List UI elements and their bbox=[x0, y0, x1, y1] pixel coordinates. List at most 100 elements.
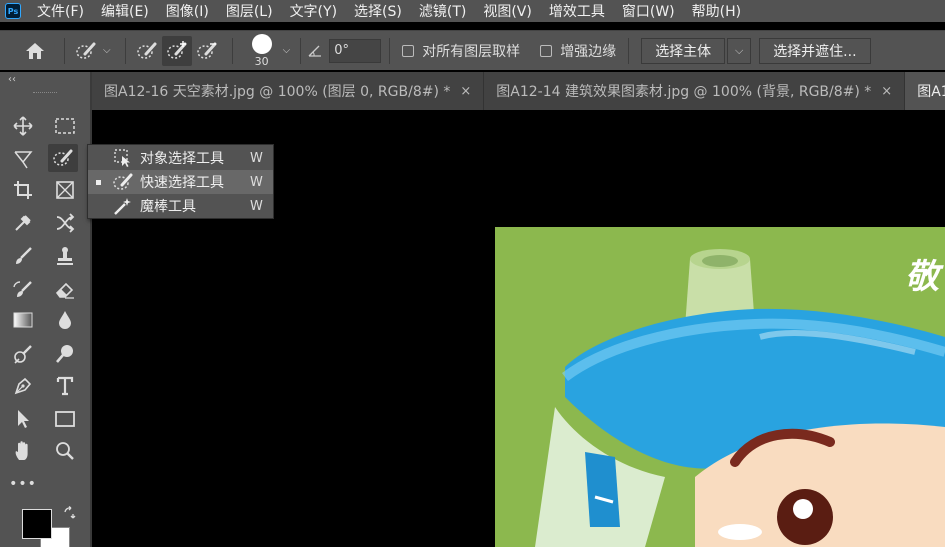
cartoon-character-image bbox=[535, 249, 945, 547]
tab-building-material[interactable]: 图A12-14 建筑效果图素材.jpg @ 100% (背景, RGB/8#) … bbox=[484, 72, 906, 110]
menu-filter[interactable]: 滤镜(T) bbox=[419, 1, 466, 21]
rectangle-tool[interactable] bbox=[50, 405, 80, 433]
content-aware-move-tool[interactable] bbox=[50, 209, 80, 237]
type-tool[interactable] bbox=[50, 372, 80, 400]
edit-toolbar-button[interactable]: ••• bbox=[8, 470, 38, 498]
frame-icon bbox=[56, 181, 74, 199]
close-icon[interactable]: × bbox=[881, 84, 892, 99]
brush-size-label: 30 bbox=[254, 54, 269, 68]
home-icon bbox=[26, 42, 44, 59]
menu-plugins[interactable]: 增效工具 bbox=[549, 1, 605, 21]
chevron-down-icon[interactable]: ⌵ bbox=[103, 45, 111, 56]
hand-icon bbox=[15, 441, 28, 460]
select-and-mask-button[interactable]: 选择并遮住... bbox=[759, 37, 871, 64]
brush-picker[interactable]: 30 bbox=[243, 31, 281, 71]
move-icon bbox=[13, 116, 33, 136]
collapse-panel-icon[interactable]: ‹‹ bbox=[8, 74, 16, 85]
quick-selection-icon bbox=[112, 171, 134, 193]
menu-file[interactable]: 文件(F) bbox=[37, 1, 84, 21]
menu-help[interactable]: 帮助(H) bbox=[692, 1, 741, 21]
brush-tool[interactable] bbox=[8, 242, 38, 270]
flyout-item-label: 快速选择工具 bbox=[140, 175, 224, 191]
chevron-down-icon[interactable]: ⌵ bbox=[283, 45, 291, 56]
dodge-tool[interactable] bbox=[8, 340, 38, 368]
add-to-selection-button[interactable] bbox=[161, 35, 192, 66]
photoshop-logo[interactable]: Ps bbox=[5, 3, 21, 19]
menu-type[interactable]: 文字(Y) bbox=[290, 1, 337, 21]
angle-input[interactable]: 0° bbox=[329, 38, 382, 63]
select-subject-dropdown[interactable]: ⌵ bbox=[727, 37, 752, 64]
foreground-color-swatch[interactable] bbox=[22, 509, 52, 539]
chevron-down-icon: ⌵ bbox=[735, 43, 744, 57]
checkbox-box[interactable] bbox=[402, 44, 415, 57]
tab-label: 图A12- bbox=[917, 84, 945, 100]
blur-tool[interactable] bbox=[50, 306, 80, 334]
pen-tool[interactable] bbox=[8, 372, 38, 400]
tab-label: 图A12-14 建筑效果图素材.jpg @ 100% (背景, RGB/8#) … bbox=[496, 84, 872, 100]
checkbox-box[interactable] bbox=[540, 44, 553, 57]
subtract-from-selection-button[interactable] bbox=[192, 36, 222, 66]
sample-all-layers-checkbox[interactable]: 对所有图层取样 bbox=[402, 41, 520, 61]
path-selection-tool[interactable] bbox=[8, 405, 38, 433]
options-bar: ⌵ 30 ⌵ 0° 对所有图层取样 增强边缘 选择主体 ⌵ 选择并遮住... bbox=[0, 30, 945, 70]
cross-arrows-icon bbox=[56, 213, 75, 233]
history-brush-tool[interactable] bbox=[8, 276, 38, 304]
crop-tool[interactable] bbox=[8, 176, 38, 204]
separator bbox=[231, 37, 233, 64]
flyout-item-object-selection[interactable]: 对象选择工具 W bbox=[88, 146, 273, 170]
lasso-tool[interactable] bbox=[8, 145, 38, 173]
gradient-icon bbox=[13, 312, 33, 328]
shortcut-key: W bbox=[250, 198, 263, 214]
enhance-edge-label: 增强边缘 bbox=[560, 43, 617, 60]
select-subject-button[interactable]: 选择主体 bbox=[641, 37, 726, 64]
drop-icon bbox=[59, 311, 71, 329]
separator bbox=[628, 37, 630, 64]
tool-preset-picker[interactable] bbox=[71, 36, 101, 66]
home-button[interactable] bbox=[12, 34, 58, 68]
rectangular-marquee-tool[interactable] bbox=[50, 112, 80, 140]
hand-tool[interactable] bbox=[8, 437, 38, 465]
dodge-icon bbox=[14, 345, 32, 364]
tab-active-document[interactable]: 图A12- bbox=[905, 72, 945, 110]
type-icon bbox=[56, 376, 74, 396]
frame-tool[interactable] bbox=[50, 176, 80, 204]
sample-all-layers-label: 对所有图层取样 bbox=[422, 43, 521, 60]
move-tool[interactable] bbox=[8, 112, 38, 140]
swap-colors-icon[interactable] bbox=[62, 506, 76, 520]
new-selection-button[interactable] bbox=[132, 36, 162, 66]
menu-select[interactable]: 选择(S) bbox=[354, 1, 402, 21]
flyout-item-magic-wand[interactable]: 魔棒工具 W bbox=[88, 194, 273, 218]
menu-layer[interactable]: 图层(L) bbox=[226, 1, 273, 21]
menu-bar: Ps 文件(F) 编辑(E) 图像(I) 图层(L) 文字(Y) 选择(S) 滤… bbox=[0, 0, 945, 22]
menu-image[interactable]: 图像(I) bbox=[166, 1, 209, 21]
quick-selection-icon bbox=[53, 149, 73, 166]
eraser-icon bbox=[55, 282, 74, 299]
selection-tools-flyout: 对象选择工具 W 快速选择工具 W 魔棒工具 W bbox=[87, 144, 274, 219]
tab-label: 图A12-16 天空素材.jpg @ 100% (图层 0, RGB/8#) * bbox=[104, 84, 451, 100]
angle-icon bbox=[308, 45, 322, 57]
enhance-edge-checkbox[interactable]: 增强边缘 bbox=[540, 41, 616, 61]
stamp-icon bbox=[57, 247, 73, 265]
clone-stamp-tool[interactable] bbox=[50, 242, 80, 270]
menu-edit[interactable]: 编辑(E) bbox=[101, 1, 149, 21]
separator bbox=[124, 37, 126, 64]
document-tabs: 图A12-16 天空素材.jpg @ 100% (图层 0, RGB/8#) *… bbox=[92, 72, 945, 110]
close-icon[interactable]: × bbox=[460, 84, 471, 99]
smudge-tool[interactable] bbox=[50, 340, 80, 368]
document-image[interactable]: 敬 bbox=[495, 227, 945, 547]
zoom-tool[interactable] bbox=[50, 437, 80, 465]
flyout-item-quick-selection[interactable]: 快速选择工具 W bbox=[88, 170, 273, 194]
marquee-icon bbox=[55, 118, 75, 134]
tab-sky-material[interactable]: 图A12-16 天空素材.jpg @ 100% (图层 0, RGB/8#) *… bbox=[92, 72, 485, 110]
separator bbox=[64, 37, 65, 64]
eraser-tool[interactable] bbox=[50, 276, 80, 304]
separator bbox=[389, 37, 391, 64]
gradient-tool[interactable] bbox=[8, 306, 38, 334]
rectangle-icon bbox=[55, 411, 75, 427]
menu-view[interactable]: 视图(V) bbox=[483, 1, 532, 21]
quick-selection-tool[interactable] bbox=[48, 144, 78, 172]
panel-grip[interactable] bbox=[33, 92, 57, 94]
eyedropper-tool[interactable] bbox=[8, 209, 38, 237]
pen-icon bbox=[14, 377, 32, 395]
menu-window[interactable]: 窗口(W) bbox=[622, 1, 675, 21]
